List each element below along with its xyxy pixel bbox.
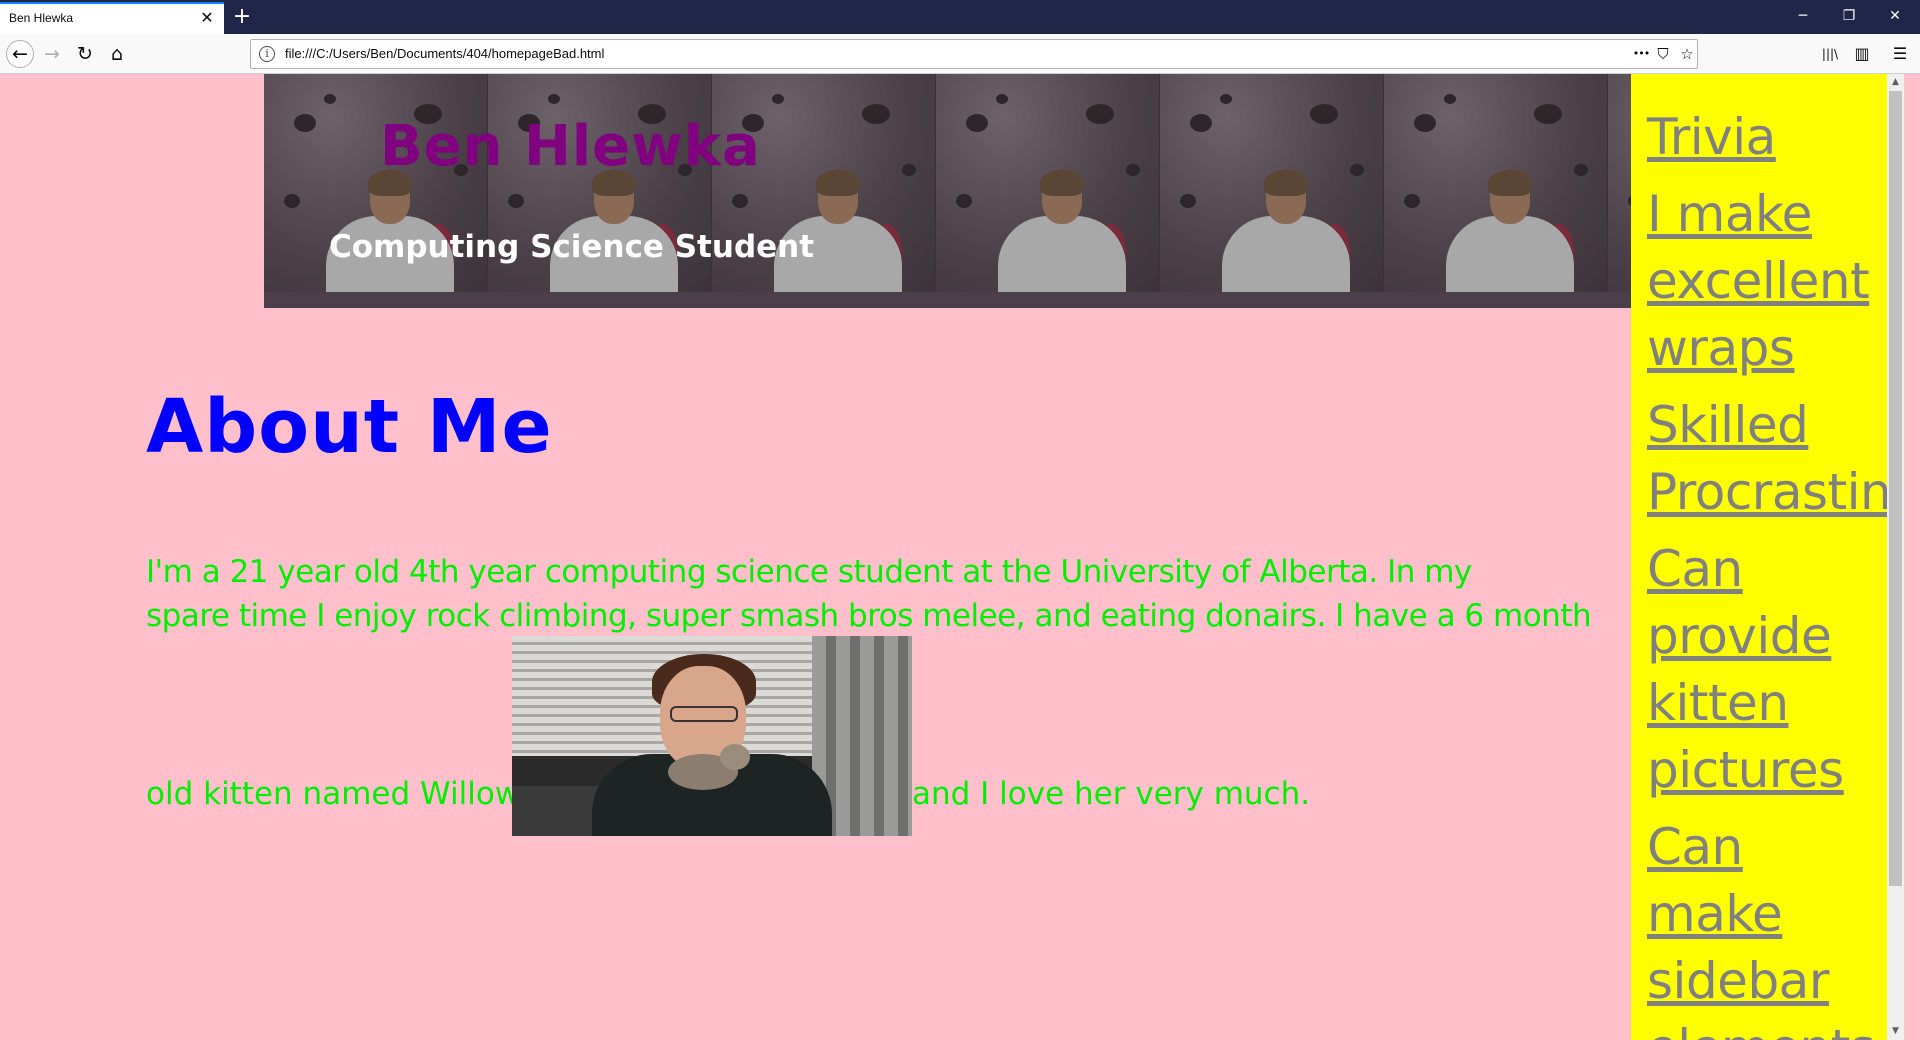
sidebar-item-procrastinator: Skilled Procrastinator [1647, 392, 1887, 526]
site-subtitle: Computing Science Student [329, 229, 815, 265]
about-paragraph: I'm a 21 year old 4th year computing sci… [146, 550, 1592, 638]
about-heading: About Me [146, 384, 553, 470]
sidebar-link-kitten-pictures[interactable]: Can provide kitten pictures [1647, 536, 1847, 804]
url-text[interactable]: file:///C:/Users/Ben/Documents/404/homep… [285, 46, 604, 61]
sidebar-item-sidebar-elements: Can make sidebar elements [1647, 814, 1887, 1040]
bookmark-star-icon[interactable]: ☆ [1675, 42, 1699, 66]
home-icon[interactable]: ⌂ [103, 40, 131, 68]
tab-title: Ben Hlewka [9, 11, 74, 25]
sidebar-item-kitten-pictures: Can provide kitten pictures [1647, 536, 1887, 804]
scroll-down-icon[interactable]: ▼ [1887, 1023, 1904, 1040]
banner-tile [1608, 74, 1631, 292]
banner-tile [1384, 74, 1608, 292]
site-title: Ben Hlewka [380, 114, 761, 179]
new-tab-button[interactable]: + [228, 3, 256, 31]
library-icon[interactable]: |||\ [1816, 40, 1844, 68]
about-text-line-1: I'm a 21 year old 4th year computing sci… [146, 554, 1472, 590]
reload-icon[interactable]: ↻ [71, 40, 99, 68]
scrollbar-thumb[interactable] [1889, 91, 1902, 886]
sidebar-toggle-icon[interactable]: ▥ [1848, 40, 1876, 68]
window-close-icon[interactable]: ✕ [1872, 0, 1918, 32]
sidebar-link-procrastinator[interactable]: Skilled Procrastinator [1647, 392, 1887, 526]
url-bar[interactable]: i file:///C:/Users/Ben/Documents/404/hom… [250, 39, 1698, 69]
sidebar-link-wraps[interactable]: I make excellent wraps [1647, 181, 1870, 382]
tab-bar: Ben Hlewka ✕ + ─ ❐ ✕ [0, 0, 1920, 34]
kitten-photo [512, 636, 912, 836]
banner-tile [936, 74, 1160, 292]
vertical-scrollbar[interactable]: ▲ ▼ [1887, 74, 1904, 1040]
sidebar: Trivia I make excellent wraps Skilled Pr… [1631, 74, 1887, 1040]
about-text-line-3a: old kitten named Willow [146, 776, 521, 812]
sidebar-link-sidebar-elements[interactable]: Can make sidebar elements [1647, 814, 1876, 1040]
about-text-line-2: spare time I enjoy rock climbing, super … [146, 598, 1592, 634]
page-actions-icon[interactable]: ••• [1629, 42, 1653, 66]
sidebar-item-wraps: I make excellent wraps [1647, 181, 1887, 382]
scroll-up-icon[interactable]: ▲ [1887, 74, 1904, 91]
menu-icon[interactable]: ☰ [1886, 40, 1914, 68]
minimize-icon[interactable]: ─ [1780, 0, 1826, 32]
forward-icon[interactable]: → [38, 40, 66, 68]
sidebar-list: Trivia I make excellent wraps Skilled Pr… [1647, 104, 1887, 1040]
browser-tab[interactable]: Ben Hlewka ✕ [0, 2, 224, 34]
header-banner: Ben Hlewka Computing Science Student [264, 74, 1631, 308]
sidebar-item-trivia: Trivia [1647, 104, 1887, 171]
page-viewport: Ben Hlewka Computing Science Student Abo… [0, 74, 1920, 1040]
back-icon[interactable]: ← [6, 40, 34, 68]
banner-tile [1160, 74, 1384, 292]
close-tab-icon[interactable]: ✕ [198, 9, 216, 27]
restore-icon[interactable]: ❐ [1826, 0, 1872, 32]
pocket-icon[interactable]: ⛉ [1651, 42, 1675, 66]
about-text-line-3b: and I love her very much. [912, 776, 1311, 812]
page-edge [1904, 74, 1920, 1040]
navigation-toolbar: ← → ↻ ⌂ i file:///C:/Users/Ben/Documents… [0, 34, 1920, 74]
sidebar-link-trivia[interactable]: Trivia [1647, 104, 1867, 171]
site-info-icon[interactable]: i [259, 46, 275, 62]
